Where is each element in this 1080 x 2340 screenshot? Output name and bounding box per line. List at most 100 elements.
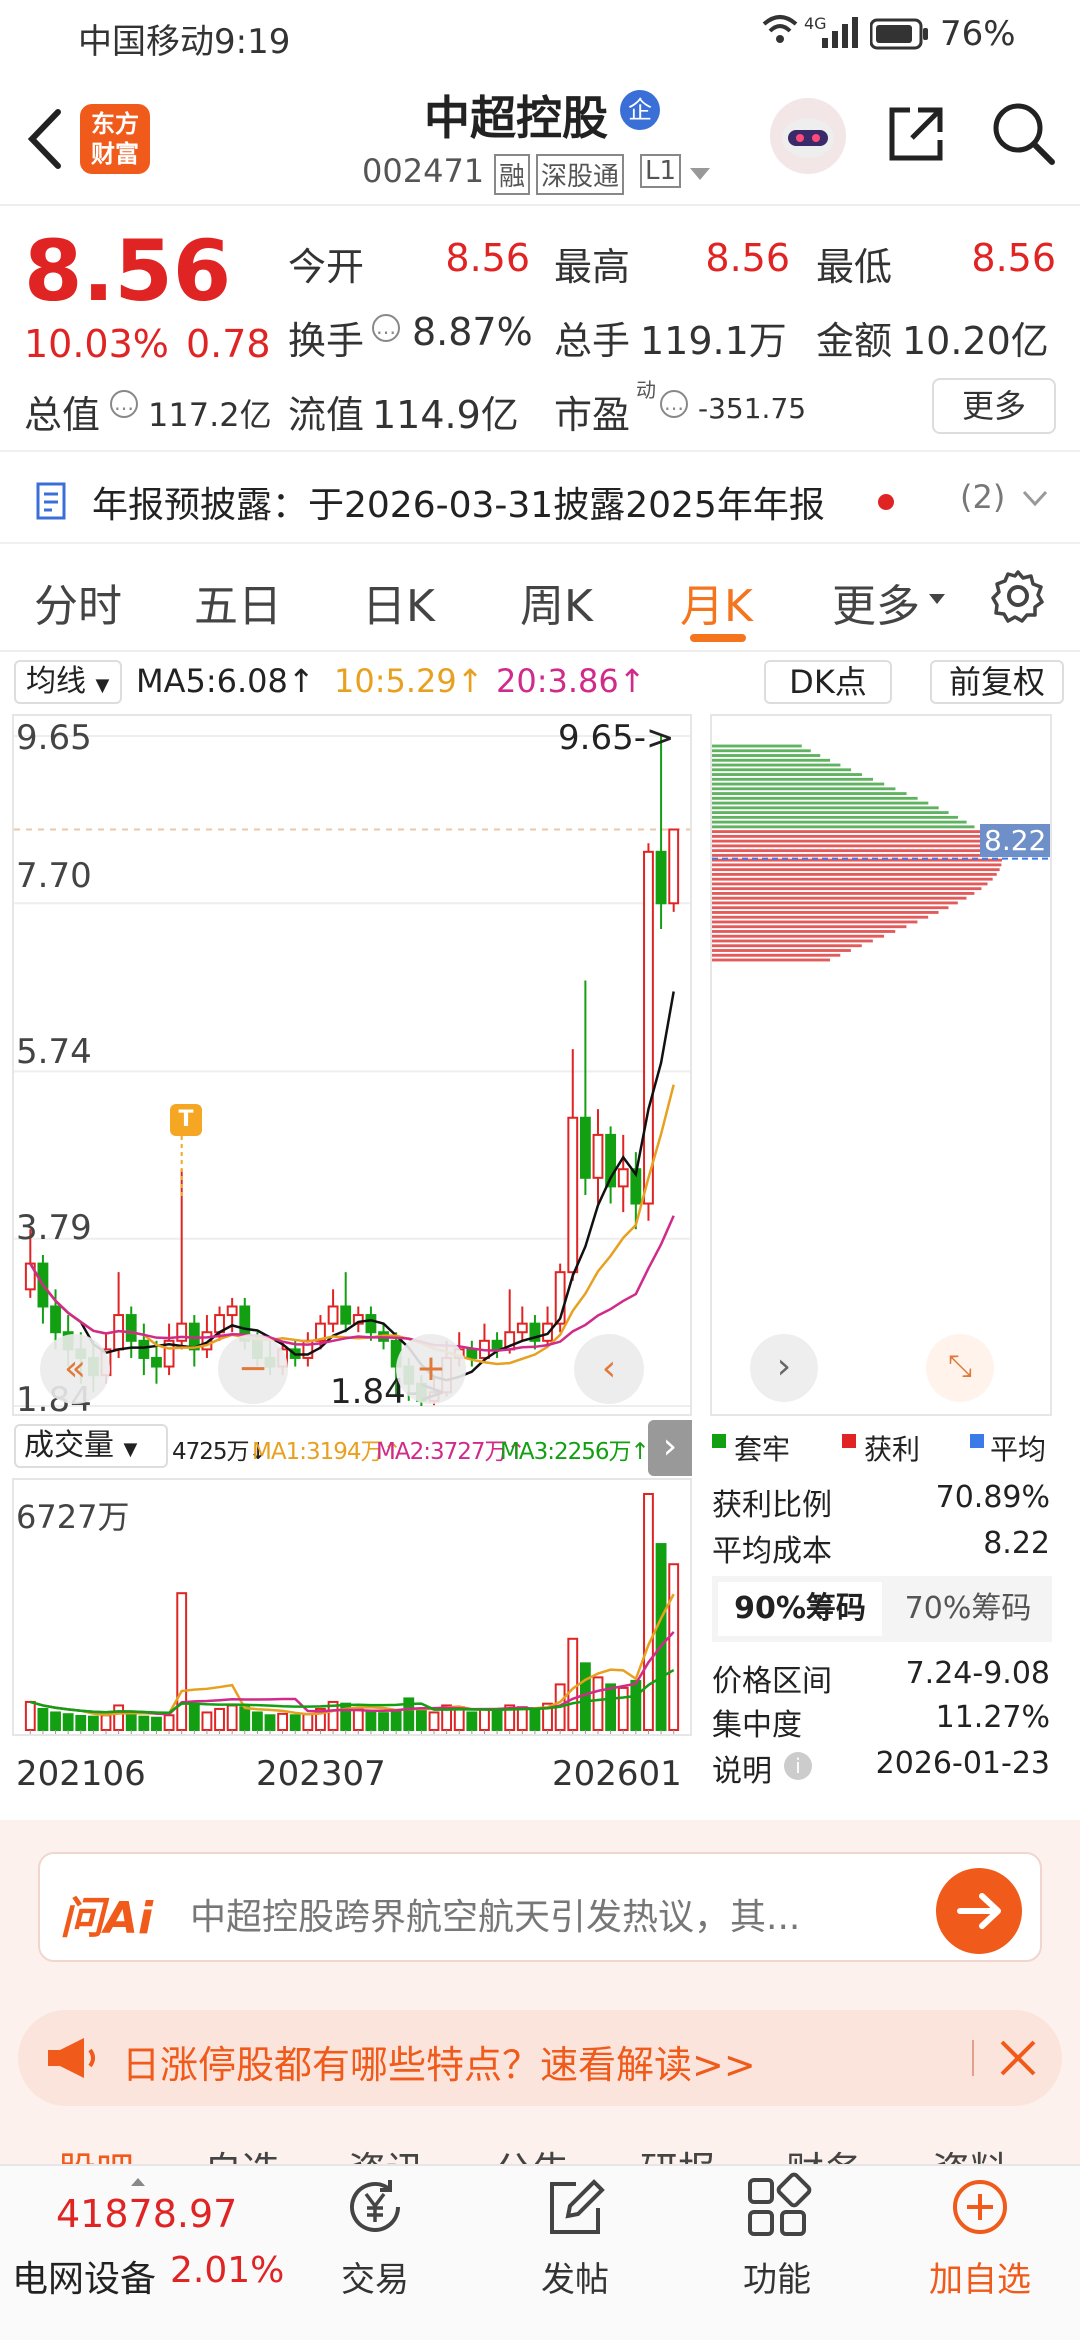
chip-bar bbox=[712, 839, 993, 843]
zoom-in-icon[interactable]: + bbox=[396, 1334, 466, 1404]
add-watchlist-nav[interactable]: 加自选 bbox=[910, 2166, 1050, 2340]
function-label: 功能 bbox=[743, 2260, 811, 2300]
tab-70-chips[interactable]: 70%筹码 bbox=[890, 1582, 1046, 1636]
volume-bar bbox=[567, 1637, 579, 1731]
chip-bar bbox=[712, 763, 841, 767]
mktcap-value: 117.2亿 bbox=[148, 396, 272, 434]
price-adjust-button[interactable]: 前复权 bbox=[930, 660, 1064, 704]
more-button[interactable]: 更多 bbox=[932, 378, 1056, 434]
volume-bar bbox=[62, 1713, 74, 1732]
volume-bar bbox=[87, 1715, 99, 1732]
chip-bar bbox=[712, 911, 939, 914]
pe-value: -351.75 bbox=[698, 392, 807, 425]
info-icon[interactable]: … bbox=[372, 314, 400, 342]
function-nav[interactable]: 功能 bbox=[712, 2166, 842, 2340]
volume-bar bbox=[415, 1707, 427, 1732]
candle-body bbox=[567, 1116, 579, 1274]
tab-five-day[interactable]: 五日 bbox=[194, 570, 282, 634]
margin-tag: 融 bbox=[494, 154, 531, 195]
ai-search-box[interactable]: 问Ai 中超控股跨界航空航天引发热议，其... bbox=[38, 1852, 1042, 1962]
chip-bar bbox=[712, 758, 831, 762]
candle-body bbox=[668, 828, 680, 905]
expand-right-icon[interactable]: › bbox=[648, 1420, 692, 1476]
chip-bar bbox=[712, 872, 997, 876]
info-icon[interactable]: i bbox=[784, 1752, 812, 1780]
rewind-icon[interactable]: « bbox=[40, 1334, 110, 1404]
caret-up-icon bbox=[130, 2172, 146, 2191]
back-icon[interactable] bbox=[22, 104, 66, 178]
notice-count: (2) bbox=[960, 478, 1006, 516]
price-range-value: 7.24-9.08 bbox=[905, 1656, 1050, 1691]
chip-bar bbox=[712, 953, 841, 957]
info-icon[interactable]: … bbox=[110, 390, 138, 418]
tab-timeshare[interactable]: 分时 bbox=[34, 570, 122, 634]
volume-bar bbox=[251, 1711, 263, 1732]
volume-bar bbox=[302, 1713, 314, 1732]
share-icon[interactable] bbox=[884, 102, 948, 170]
chevron-right-icon[interactable]: › bbox=[750, 1334, 818, 1402]
add-watchlist-label: 加自选 bbox=[929, 2260, 1031, 2300]
sector-index[interactable]: 41878.97 电网设备 2.01% bbox=[0, 2172, 300, 2332]
amount-label: 金额 bbox=[816, 319, 893, 363]
candle-body bbox=[516, 1322, 528, 1334]
chip-bar bbox=[712, 939, 873, 943]
zoom-out-icon[interactable]: − bbox=[218, 1334, 288, 1404]
volume-bar bbox=[75, 1714, 87, 1731]
avg-cost-marker: 8.22 bbox=[980, 824, 1051, 857]
ma-selector[interactable]: 均线 ▼ bbox=[14, 660, 122, 704]
close-icon[interactable] bbox=[998, 2038, 1038, 2082]
expand-icon[interactable]: ⤡ bbox=[926, 1334, 994, 1402]
tab-month-k[interactable]: 月K bbox=[680, 570, 753, 634]
chip-bar bbox=[712, 892, 975, 895]
candle-body bbox=[125, 1314, 137, 1342]
pe-sup: 动 bbox=[636, 378, 656, 402]
volume-bar bbox=[201, 1711, 213, 1732]
gear-icon[interactable] bbox=[990, 568, 1046, 628]
volume-bar bbox=[605, 1683, 617, 1731]
volume-selector[interactable]: 成交量 ▼ bbox=[14, 1424, 168, 1468]
info-icon[interactable]: … bbox=[660, 390, 688, 418]
tab-90-chips[interactable]: 90%筹码 bbox=[718, 1582, 882, 1636]
stock-code: 002471 bbox=[362, 152, 485, 190]
chip-bar bbox=[712, 853, 1002, 857]
post-nav[interactable]: 发帖 bbox=[510, 2166, 640, 2340]
volume-bar bbox=[176, 1592, 188, 1731]
chip-bar bbox=[712, 920, 918, 924]
pe-label: 市盈 bbox=[554, 393, 631, 437]
search-icon[interactable] bbox=[990, 100, 1056, 170]
chip-bar bbox=[712, 887, 982, 891]
dk-point-button[interactable]: DK点 bbox=[764, 660, 892, 704]
tab-more[interactable]: 更多 bbox=[832, 570, 920, 634]
tab-week-k[interactable]: 周K bbox=[520, 570, 593, 634]
notice-row[interactable]: 年报预披露：于2026-03-31披露2025年年报 (2) bbox=[0, 450, 1080, 544]
tab-day-k[interactable]: 日K bbox=[362, 570, 435, 634]
volume-bar bbox=[466, 1711, 478, 1732]
profit-ratio-value: 70.89% bbox=[935, 1480, 1050, 1515]
chip-bar bbox=[712, 915, 929, 919]
chip-bar bbox=[712, 949, 851, 952]
candle-body bbox=[617, 1168, 629, 1188]
volume-bar bbox=[630, 1679, 642, 1731]
chip-bar bbox=[712, 868, 1000, 872]
candle-body bbox=[655, 850, 667, 905]
arrow-right-icon[interactable] bbox=[936, 1868, 1022, 1954]
volume-ma3: MA3:2256万↑ bbox=[500, 1439, 650, 1465]
open-value: 8.56 bbox=[445, 236, 530, 280]
t-marker-badge[interactable]: T bbox=[170, 1104, 202, 1136]
volume-bar bbox=[50, 1711, 61, 1732]
price-axis-label: 5.74 bbox=[16, 1032, 92, 1072]
dropdown-icon[interactable] bbox=[688, 166, 712, 186]
volume-bar bbox=[643, 1493, 654, 1731]
promo-banner[interactable]: 日涨停股都有哪些特点？速看解读>> bbox=[18, 2010, 1062, 2106]
wifi-icon bbox=[760, 12, 800, 56]
active-tab-indicator bbox=[690, 634, 746, 642]
scroll-left-icon[interactable]: ‹ bbox=[574, 1334, 644, 1404]
x-axis-label: 202106 bbox=[16, 1754, 146, 1794]
assistant-avatar-icon[interactable] bbox=[770, 98, 846, 174]
kline-chart[interactable] bbox=[12, 714, 692, 1416]
avg-cost-value: 8.22 bbox=[983, 1526, 1050, 1561]
trade-nav[interactable]: 交易 bbox=[310, 2166, 440, 2340]
note-date: 2026-01-23 bbox=[875, 1746, 1050, 1781]
signal-icon bbox=[820, 16, 860, 52]
concentration-label: 集中度 bbox=[712, 1708, 802, 1743]
